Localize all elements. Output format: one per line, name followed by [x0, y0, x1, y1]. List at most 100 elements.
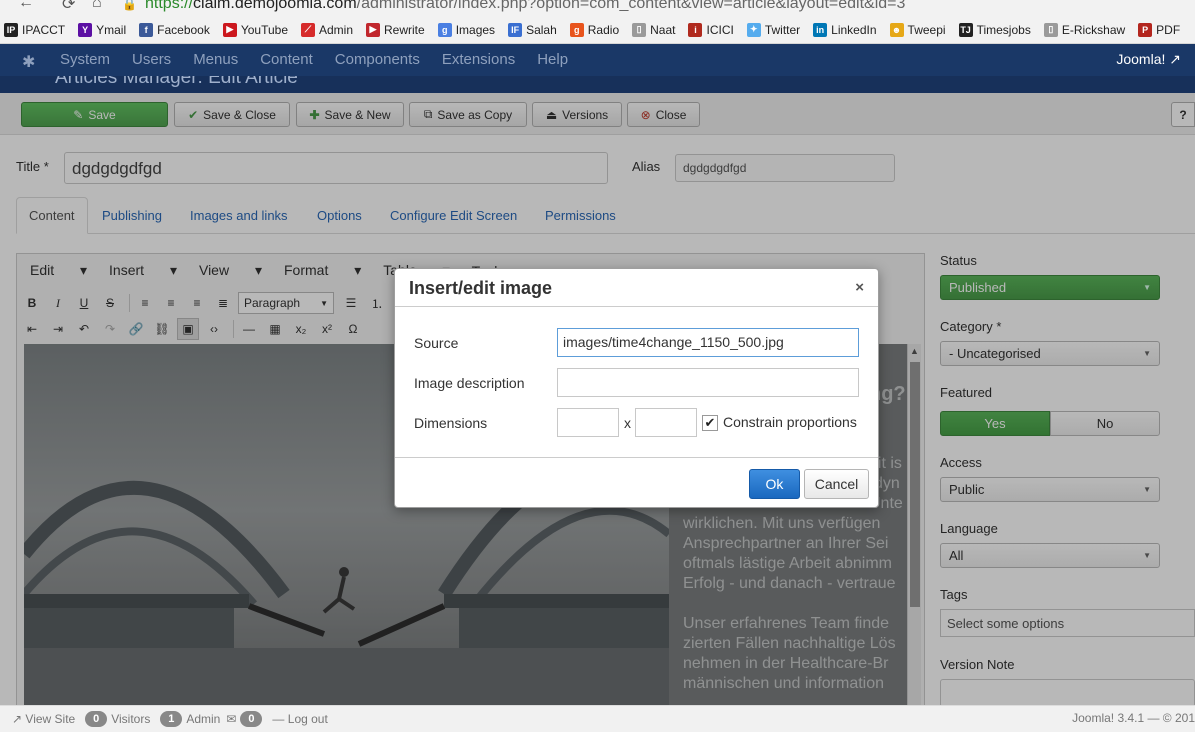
play-icon: ▶ [366, 22, 381, 37]
bookmark-admin[interactable]: ⟋ Admin [301, 22, 354, 37]
bookmark-naat[interactable]: ▯ Naat [632, 22, 676, 37]
visitors-indicator: 0 Visitors [81, 711, 150, 727]
bookmark-label: ICICI [706, 22, 734, 37]
bookmark-images[interactable]: g Images [437, 22, 496, 37]
view-site-link[interactable]: ↗ View Site [12, 712, 75, 726]
envelope-icon: ✉ [226, 712, 237, 726]
bookmark-pdf[interactable]: P PDF [1138, 22, 1181, 37]
site-brand-link[interactable]: Joomla! ↗ [1116, 51, 1181, 68]
admin-menu: System Users Menus Content Components Ex… [60, 51, 590, 68]
bookmark-label: Naat [650, 22, 676, 37]
home-icon[interactable]: ⌂ [92, 0, 102, 12]
insert-image-dialog: Insert/edit image × Source images/time4c… [394, 268, 879, 508]
ip-icon: IP [4, 22, 18, 37]
bookmark-twitter[interactable]: ✦ Twitter [746, 22, 801, 37]
page-icon: ▯ [632, 22, 647, 37]
bookmark-ymail[interactable]: Y Ymail [78, 22, 127, 37]
bookmark-label: Ymail [96, 22, 127, 37]
external-link-icon: ↗ [12, 712, 23, 726]
browser-address-bar[interactable]: ← ⟳ ⌂ 🔒 https://claim.demojoomla.com/adm… [0, 0, 1195, 16]
page-header: Articles Manager: Edit Article [0, 76, 1195, 93]
menu-users[interactable]: Users [132, 51, 171, 68]
bookmark-label: Admin [319, 22, 354, 37]
dimensions-label: Dimensions [414, 415, 488, 431]
bookmark-linkedin[interactable]: in LinkedIn [813, 22, 877, 37]
icici-icon: i [688, 22, 703, 37]
close-icon[interactable]: × [855, 279, 864, 296]
admin-status-bar: ↗ View Site 0 Visitors 1 Admin ✉ 0 — Log ou… [0, 705, 1195, 732]
bookmark-salah[interactable]: IF Salah [508, 22, 557, 37]
menu-extensions[interactable]: Extensions [442, 51, 515, 68]
image-description-input[interactable] [557, 368, 859, 397]
admin-indicator: 1 Admin [156, 711, 220, 727]
bookmark-label: PDF [1156, 22, 1181, 37]
constrain-proportions-checkbox[interactable]: ✔ [702, 415, 718, 431]
source-input[interactable]: images/time4change_1150_500.jpg [557, 328, 859, 357]
pdf-icon: P [1138, 22, 1153, 37]
youtube-icon: ▶ [222, 22, 237, 37]
menu-components[interactable]: Components [335, 51, 420, 68]
height-input[interactable] [635, 408, 697, 437]
admin-top-nav: ✱ System Users Menus Content Components … [0, 44, 1195, 76]
facebook-icon: f [139, 22, 154, 37]
menu-menus[interactable]: Menus [193, 51, 238, 68]
ok-button[interactable]: Ok [749, 469, 800, 499]
page-title: Articles Manager: Edit Article [55, 76, 298, 88]
version-info: Joomla! 3.4.1 — © 201 [1072, 711, 1195, 725]
menu-help[interactable]: Help [537, 51, 568, 68]
bookmark-youtube[interactable]: ▶ YouTube [222, 22, 288, 37]
messages-indicator[interactable]: ✉ 0 [226, 711, 266, 727]
bookmark-label: Salah [526, 22, 557, 37]
bookmark-label: Twitter [764, 22, 801, 37]
bookmark-label: LinkedIn [831, 22, 877, 37]
dialog-header: Insert/edit image × [395, 269, 878, 307]
bookmark-facebook[interactable]: f Facebook [139, 22, 210, 37]
twitter-icon: ✦ [746, 22, 761, 37]
url-text[interactable]: https://claim.demojoomla.com/administrat… [145, 0, 905, 13]
linkedin-icon: in [813, 22, 828, 37]
bookmark-label: Rewrite [384, 22, 425, 37]
image-description-label: Image description [414, 375, 525, 391]
dialog-title: Insert/edit image [409, 278, 553, 298]
menu-system[interactable]: System [60, 51, 110, 68]
cancel-button[interactable]: Cancel [804, 469, 869, 499]
dimension-separator: x [624, 415, 631, 431]
checkmark-icon: ✔ [704, 415, 716, 430]
bookmark-label: Images [455, 22, 496, 37]
external-link-icon: ↗ [1169, 51, 1181, 67]
chart-icon: ⟋ [301, 22, 315, 37]
bookmark-ipacct[interactable]: IP IPACCT [4, 22, 66, 37]
back-icon[interactable]: ← [18, 0, 34, 12]
tweepi-icon: ☻ [889, 22, 904, 37]
bookmarks-bar: IP IPACCT Y Ymail f Facebook ▶ YouTube ⟋ Admin ▶ Re… [0, 16, 1195, 44]
constrain-proportions-label: Constrain proportions [723, 414, 857, 430]
minus-icon: — [272, 712, 285, 726]
bookmark-timesjobs[interactable]: TJ Timesjobs [958, 22, 1031, 37]
menu-content[interactable]: Content [260, 51, 313, 68]
page-icon: ▯ [1043, 22, 1058, 37]
bookmark-label: Facebook [157, 22, 210, 37]
bookmark-icici[interactable]: i ICICI [688, 22, 734, 37]
bookmark-label: E-Rickshaw [1061, 22, 1126, 37]
width-input[interactable] [557, 408, 619, 437]
bookmark-e-rickshaw[interactable]: ▯ E-Rickshaw [1043, 22, 1126, 37]
bookmark-tweepi[interactable]: ☻ Tweepi [889, 22, 946, 37]
if-icon: IF [508, 22, 523, 37]
logout-link[interactable]: — Log out [272, 712, 327, 726]
bookmark-rewrite[interactable]: ▶ Rewrite [366, 22, 425, 37]
bookmark-label: YouTube [240, 22, 288, 37]
bookmark-label: IPACCT [22, 22, 66, 37]
source-label: Source [414, 335, 459, 351]
lock-icon: 🔒 [122, 0, 137, 11]
reload-icon[interactable]: ⟳ [62, 0, 75, 14]
tj-icon: TJ [958, 22, 973, 37]
g-icon: g [569, 22, 584, 37]
bookmark-label: Radio [587, 22, 620, 37]
dialog-footer: Ok Cancel [395, 457, 878, 509]
google-icon: g [437, 22, 452, 37]
bookmark-label: Tweepi [907, 22, 946, 37]
bookmark-label: Timesjobs [976, 22, 1031, 37]
yahoo-icon: Y [78, 22, 93, 37]
joomla-logo-icon[interactable]: ✱ [22, 52, 38, 71]
bookmark-radio[interactable]: g Radio [569, 22, 620, 37]
